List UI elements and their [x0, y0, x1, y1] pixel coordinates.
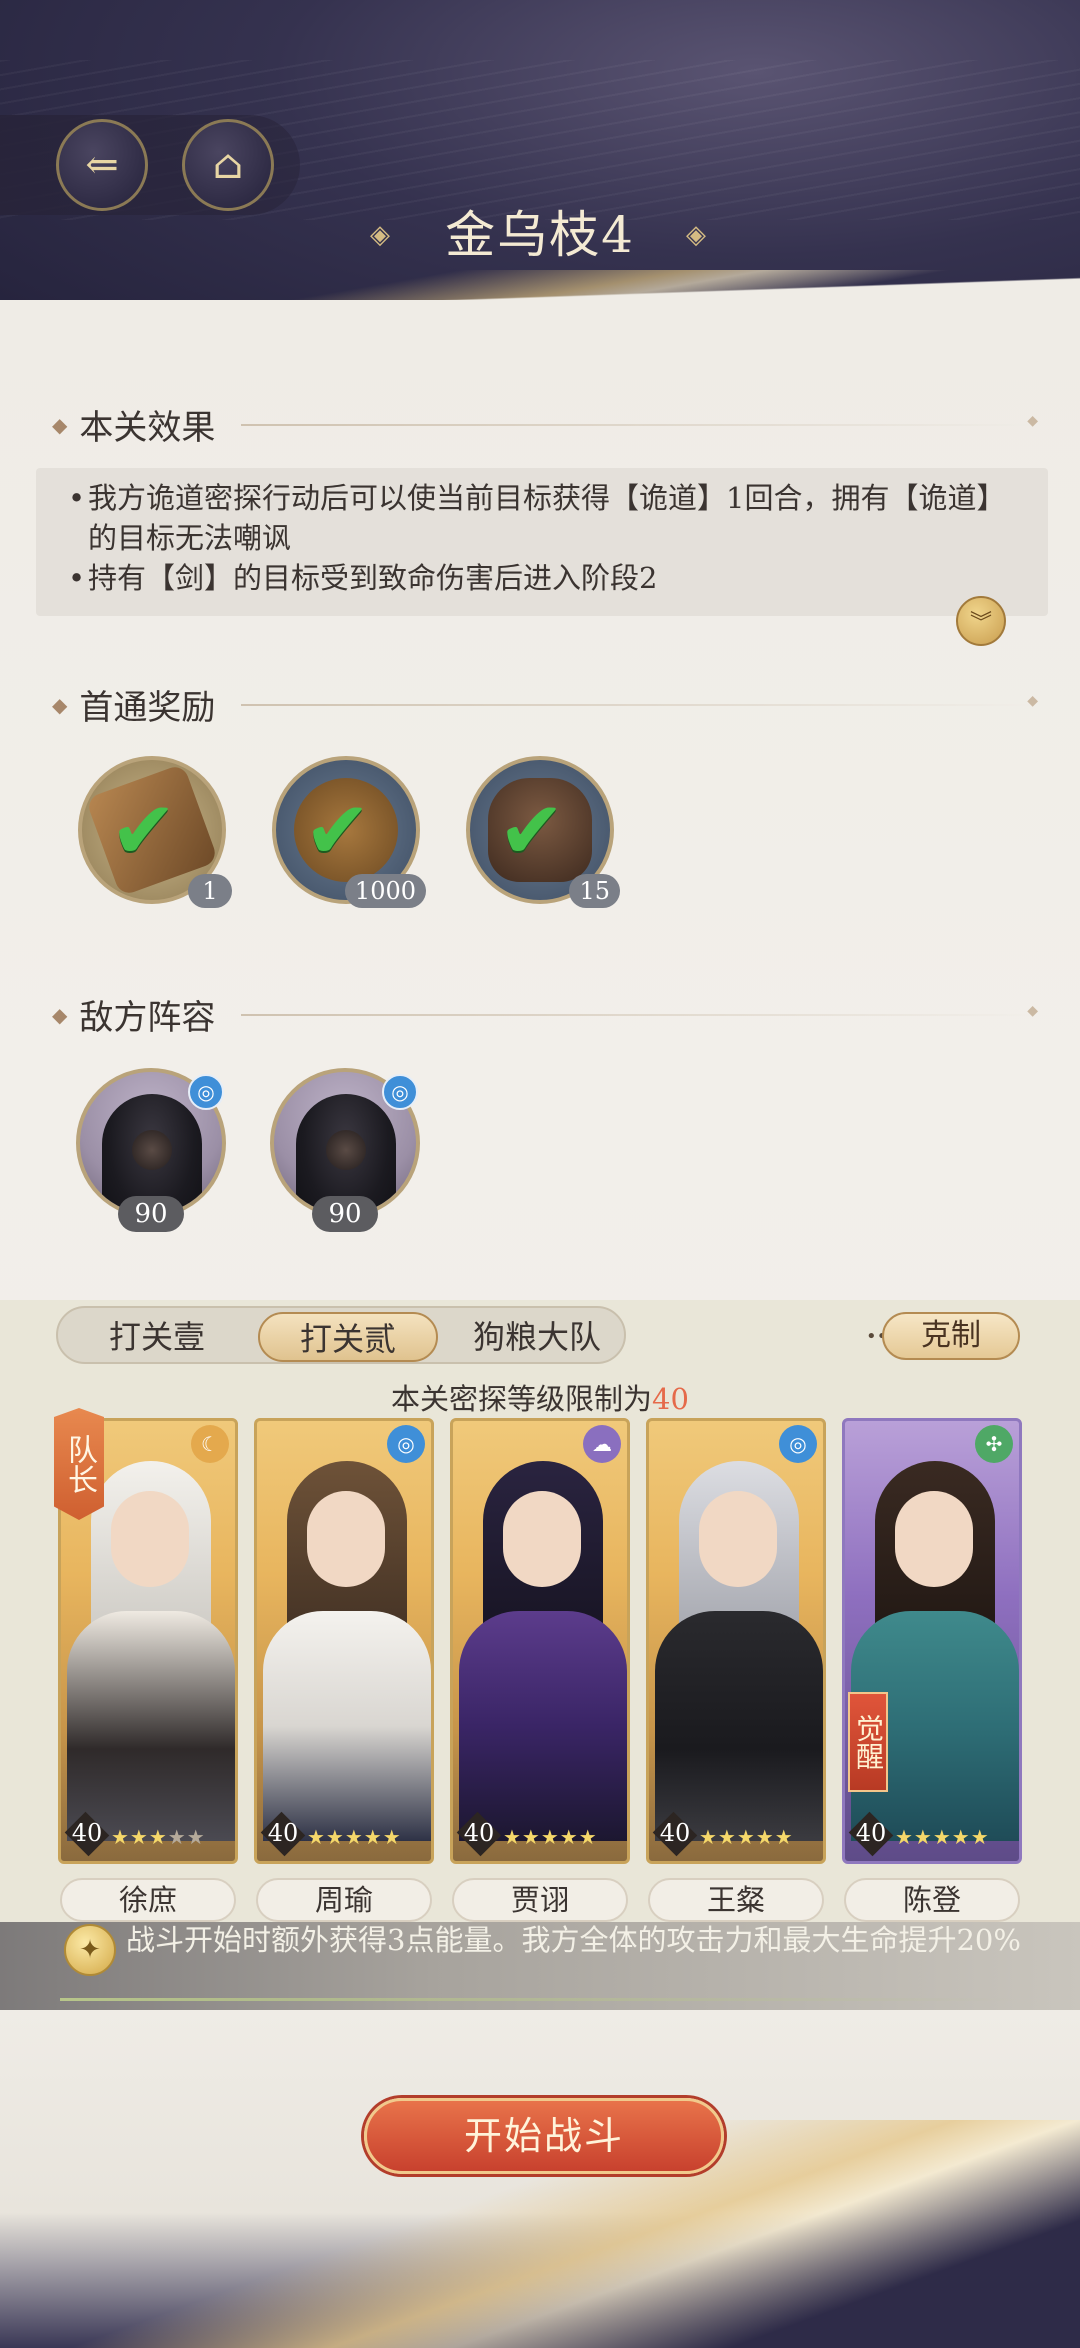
enemy-level: 90 [312, 1196, 378, 1232]
hero-face [699, 1491, 777, 1587]
heading-divider [241, 1003, 1038, 1019]
check-icon: ✔ [304, 784, 372, 877]
start-battle-button[interactable]: 开始战斗 [364, 2098, 724, 2174]
team-tabs: 打关壹 打关贰 狗粮大队 [56, 1306, 626, 1364]
hero-name: 王粲 [648, 1878, 824, 1922]
diamond-icon: ◆ [52, 692, 68, 717]
enemy-face [132, 1130, 172, 1170]
reward-quantity: 1 [188, 874, 232, 908]
level-limit-value: 40 [652, 1382, 689, 1416]
heading-divider [241, 413, 1038, 429]
hero-face [503, 1491, 581, 1587]
stage-title: 金乌枝4 [445, 206, 635, 264]
hero-stars: ★★★★★ [699, 1825, 794, 1849]
hero-face [111, 1491, 189, 1587]
diamond-icon: ◆ [52, 412, 68, 437]
hero-face [895, 1491, 973, 1587]
effect-line: 持有【剑】的目标受到致命伤害后进入阶段2 [68, 558, 1020, 598]
expand-effects-button[interactable]: ︾ [956, 596, 1006, 646]
enemies-heading: ◆ 敌方阵容 [52, 990, 1038, 1039]
enemy-level: 90 [118, 1196, 184, 1232]
swirl-icon: ◎ [188, 1074, 224, 1110]
hero-stars: ★★★★★ [895, 1825, 990, 1849]
enemies-heading-label: 敌方阵容 [79, 998, 216, 1038]
hero-card[interactable]: ◎ 40 ★★★★★ [646, 1418, 826, 1864]
rewards-heading-label: 首通奖励 [79, 688, 216, 728]
hero-level: 40 [659, 1819, 691, 1847]
cloud-icon: ☁ [583, 1425, 621, 1463]
rewards-heading: ◆ 首通奖励 [52, 680, 1038, 729]
effect-line: 我方诡道密探行动后可以使当前目标获得【诡道】1回合，拥有【诡道】的目标无法嘲讽 [68, 478, 1020, 558]
moon-icon: ☾ [191, 1425, 229, 1463]
hero-level: 40 [267, 1819, 299, 1847]
hero-card[interactable]: ☁ 40 ★★★★★ [450, 1418, 630, 1864]
hero-robe [459, 1611, 627, 1841]
hero-level: 40 [71, 1819, 103, 1847]
awaken-badge: 觉醒 [848, 1692, 888, 1792]
tab-team-3[interactable]: 狗粮大队 [454, 1312, 620, 1362]
enemy-face [326, 1130, 366, 1170]
swirl-icon: ◎ [779, 1425, 817, 1463]
hero-level: 40 [463, 1819, 495, 1847]
hero-name: 徐庶 [60, 1878, 236, 1922]
hero-robe [655, 1611, 823, 1841]
reward-quantity: 15 [569, 874, 620, 908]
effects-heading-label: 本关效果 [79, 408, 216, 448]
captain-badge: 队长 [54, 1408, 104, 1520]
check-icon: ✔ [110, 784, 178, 877]
hero-name: 贾诩 [452, 1878, 628, 1922]
tab-team-1[interactable]: 打关壹 [72, 1312, 242, 1362]
tab-team-2[interactable]: 打关贰 [258, 1312, 438, 1362]
heading-divider [241, 693, 1038, 709]
buff-divider [60, 1998, 1020, 2001]
hero-face [307, 1491, 385, 1587]
reward-item[interactable]: ✔ 1 [78, 756, 232, 908]
leaf-icon: ✣ [975, 1425, 1013, 1463]
counter-button[interactable]: 克制 [882, 1312, 1020, 1360]
back-arrow-icon: ⇐ [85, 142, 119, 188]
hero-level: 40 [855, 1819, 887, 1847]
hero-robe [67, 1611, 235, 1841]
effects-heading: ◆ 本关效果 [52, 400, 1038, 449]
hero-stars: ★★★★★ [307, 1825, 402, 1849]
level-limit: 本关密探等级限制为40 [0, 1376, 1080, 1418]
team-buff-text: 战斗开始时额外获得3点能量。我方全体的攻击力和最大生命提升20% [126, 1923, 1021, 1957]
hero-robe [263, 1611, 431, 1841]
title-ornament-right: ◈ [686, 220, 706, 250]
hero-stars: ★★★★★ [503, 1825, 598, 1849]
hero-name: 周瑜 [256, 1878, 432, 1922]
reward-quantity: 1000 [344, 874, 426, 908]
hero-card[interactable]: ◎ 40 ★★★★★ [254, 1418, 434, 1864]
reward-item[interactable]: ✔ 15 [466, 756, 620, 908]
level-limit-label: 本关密探等级限制为 [391, 1382, 653, 1416]
hero-stars: ★★★★★ [111, 1825, 206, 1849]
hero-card[interactable]: ✣ 40 ★★★★★ [842, 1418, 1022, 1864]
effects-box: 我方诡道密探行动后可以使当前目标获得【诡道】1回合，拥有【诡道】的目标无法嘲讽 … [36, 468, 1048, 616]
check-icon: ✔ [498, 784, 566, 877]
swirl-icon: ◎ [382, 1074, 418, 1110]
hero-name: 陈登 [844, 1878, 1020, 1922]
pavilion-icon: ⌂ [212, 142, 244, 188]
swirl-icon: ◎ [387, 1425, 425, 1463]
diamond-icon: ◆ [52, 1002, 68, 1027]
reward-item[interactable]: ✔ 1000 [272, 756, 426, 908]
double-chevron-down-icon: ︾ [969, 611, 992, 636]
